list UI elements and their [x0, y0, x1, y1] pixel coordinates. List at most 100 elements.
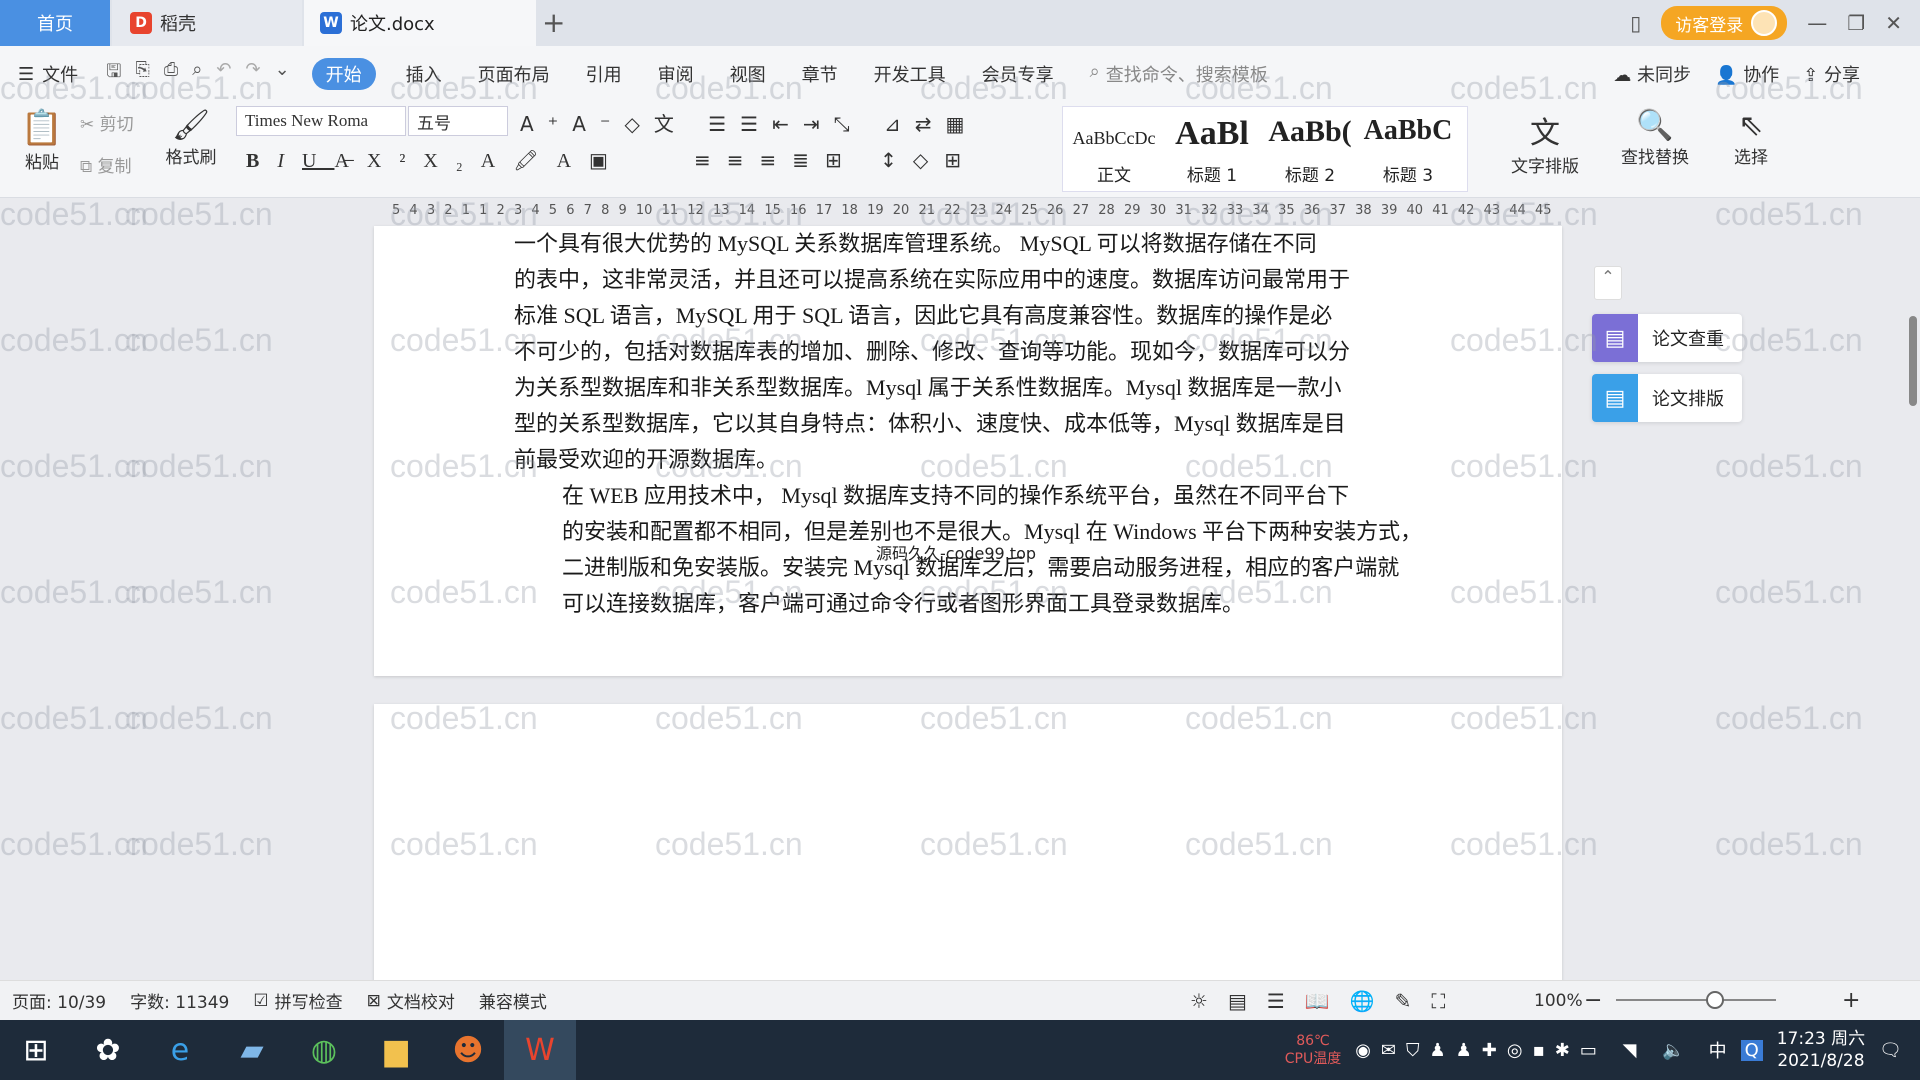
restore-icon[interactable]: ❐	[1847, 11, 1865, 35]
close-icon[interactable]: ✕	[1885, 11, 1902, 35]
file-explorer-icon[interactable]: ▆	[360, 1020, 432, 1080]
ruler-number: 22	[944, 203, 961, 218]
zoom-slider[interactable]	[1616, 999, 1776, 1001]
find-replace-button[interactable]: 🔍 查找替换	[1610, 108, 1700, 168]
tab-daoke[interactable]: D 稻壳	[112, 0, 302, 46]
font-tools-row2[interactable]: BIUA̶X²X₂A🖍A▣	[246, 148, 626, 173]
style-normal[interactable]: AaBbCcDc 正文	[1067, 115, 1161, 195]
undo-icon[interactable]: ↶	[216, 59, 231, 89]
watermark-text: code51.cn	[0, 574, 148, 610]
vertical-scrollbar[interactable]	[1906, 226, 1920, 976]
tray-app-icons[interactable]: ◉✉⛉♟♟✚◎▪✱▭ ◥ 🔈	[1355, 1040, 1694, 1061]
panel-collapse-button[interactable]: ⌃	[1594, 266, 1622, 300]
minimize-icon[interactable]: —	[1807, 11, 1827, 35]
watermark-text: code51.cn	[125, 700, 273, 736]
page-indicator[interactable]: 页面: 10/39	[0, 988, 118, 1013]
tab-bar: 首页 D 稻壳 W 论文.docx + ▯ 访客登录 — ❐ ✕	[0, 0, 1920, 46]
menu-tab-insert[interactable]: 插入	[388, 61, 460, 87]
command-search[interactable]: ⌕ 查找命令、搜索模板	[1072, 61, 1286, 87]
write-mode-icon[interactable]: ✎	[1395, 989, 1412, 1013]
paste-button[interactable]: 📋 粘贴	[14, 108, 70, 173]
page-view-icon[interactable]: ▤	[1228, 989, 1247, 1013]
watermark-text: code51.cn	[1715, 574, 1863, 610]
new-tab-button[interactable]: +	[542, 6, 565, 39]
zoom-in-icon[interactable]: +	[1842, 988, 1860, 1013]
zoom-slider-handle[interactable]	[1706, 991, 1724, 1009]
font-size-select[interactable]: 五号	[408, 106, 508, 136]
scrollbar-thumb[interactable]	[1909, 316, 1917, 406]
print-preview-icon[interactable]: ⌕	[192, 59, 202, 89]
style-heading-1[interactable]: AaBl 标题 1	[1165, 115, 1259, 195]
spell-check-button[interactable]: ☑ 拼写检查	[241, 988, 354, 1014]
proofread-button[interactable]: ⊠ 文档校对	[355, 988, 467, 1014]
game-app-icon[interactable]: ☻	[432, 1020, 504, 1080]
ruler-number: 35	[1278, 203, 1295, 218]
copy-button[interactable]: ⧉ 复制	[80, 152, 132, 177]
word-count[interactable]: 字数: 11349	[118, 988, 241, 1013]
paragraph-tools-row2[interactable]: ≡≡≡≣⊞ ↕◇⊞	[694, 148, 977, 172]
document-page[interactable]: 一个具有很大优势的 MySQL 关系数据库管理系统。 MySQL 可以将数据存储…	[374, 226, 1562, 676]
font-name-value: Times New Roma	[245, 111, 369, 130]
tab-home[interactable]: 首页	[0, 0, 110, 46]
text-layout-icon: 文	[1530, 116, 1560, 151]
menu-tab-chapter[interactable]: 章节	[784, 61, 856, 87]
font-tools-row1[interactable]: A⁺A⁻◇文 ☰☰⇤⇥⤡ ⊿⇄▦	[520, 108, 978, 137]
ruler-number: 2	[444, 203, 453, 218]
print-icon[interactable]: ⎙	[164, 59, 178, 89]
zoom-out-icon[interactable]: −	[1584, 988, 1602, 1013]
horizontal-ruler[interactable]: 5 4 3 2 1 1 2 3 4 5 6 7 8 9 10 11 12 13 14 15 16 17 18 19 20 21 22…	[0, 198, 1920, 226]
paper-check-button[interactable]: ▤ 论文查重	[1592, 314, 1742, 362]
notebook-app-icon[interactable]: ▰	[216, 1020, 288, 1080]
fit-page-icon[interactable]: ⛶	[1431, 989, 1445, 1013]
ribbon: 📋 粘贴 ✂ 剪切 ⧉ 复制 🖌 格式刷 Times New Roma 五号 A…	[0, 102, 1920, 198]
tab-document[interactable]: W 论文.docx	[304, 0, 536, 46]
redo-icon[interactable]: ↷	[245, 59, 260, 89]
format-painter-button[interactable]: 🖌 格式刷	[160, 108, 222, 168]
menu-tab-developer[interactable]: 开发工具	[856, 61, 964, 87]
menu-tab-references[interactable]: 引用	[568, 61, 640, 87]
read-view-icon[interactable]: 📖	[1305, 989, 1330, 1013]
notification-icon[interactable]: 🗨	[1879, 1040, 1902, 1061]
green-browser-icon[interactable]: ◍	[288, 1020, 360, 1080]
cut-button[interactable]: ✂ 剪切	[80, 110, 134, 135]
wps-office-icon[interactable]: W	[504, 1020, 576, 1080]
ruler-number: 5	[548, 203, 558, 218]
output-icon[interactable]: ⎘	[135, 59, 149, 89]
text-layout-button[interactable]: 文 文字排版	[1500, 108, 1590, 177]
sync-button[interactable]: ☁ 未同步	[1613, 61, 1691, 87]
clock[interactable]: 17:23 周六 2021/8/28	[1777, 1028, 1865, 1072]
font-name-select[interactable]: Times New Roma	[236, 106, 406, 136]
eye-protect-icon[interactable]: ☼	[1190, 989, 1208, 1013]
cpu-temp-widget[interactable]: 86℃ CPU温度	[1285, 1032, 1341, 1068]
text-line: 一个具有很大优势的 MySQL 关系数据库管理系统。 MySQL 可以将数据存储…	[514, 231, 1317, 256]
clock-time: 17:23 周六	[1776, 1029, 1866, 1049]
ruler-number: 19	[867, 203, 884, 218]
menu-tab-start[interactable]: 开始	[311, 58, 376, 90]
menu-bar: ☰ 文件 🖫 ⎘ ⎙ ⌕ ↶ ↷ ⌄ 开始 插入 页面布局 引用 审阅 视图 章…	[0, 46, 1920, 102]
outline-view-icon[interactable]: ☰	[1267, 989, 1285, 1013]
zoom-level[interactable]: 100%	[1534, 991, 1583, 1011]
menu-tab-view[interactable]: 视图	[712, 61, 784, 87]
windows-start-icon[interactable]: ⊞	[0, 1020, 72, 1080]
layout-toggle-icon[interactable]: ▯	[1630, 11, 1641, 35]
search-tray-icon[interactable]: Q	[1740, 1039, 1763, 1061]
style-heading-2[interactable]: AaBb( 标题 2	[1263, 115, 1357, 195]
menu-tab-review[interactable]: 审阅	[640, 61, 712, 87]
share-button[interactable]: ⇪ 分享	[1803, 61, 1860, 87]
menu-tab-page-layout[interactable]: 页面布局	[460, 61, 568, 87]
paper-layout-button[interactable]: ▤ 论文排版	[1592, 374, 1742, 422]
file-menu[interactable]: ☰ 文件	[0, 61, 96, 87]
style-heading-3[interactable]: AaBbC 标题 3	[1361, 115, 1455, 195]
watermark-text: code51.cn	[1715, 700, 1863, 736]
tab-home-label: 首页	[37, 14, 73, 35]
select-button[interactable]: ⇖ 选择	[1716, 108, 1786, 168]
ie-browser-icon[interactable]: e	[144, 1020, 216, 1080]
save-icon[interactable]: 🖫	[106, 59, 121, 89]
visitor-login-button[interactable]: 访客登录	[1661, 6, 1788, 40]
menu-tab-member[interactable]: 会员专享	[964, 61, 1072, 87]
collaborate-button[interactable]: 👤 协作	[1715, 61, 1779, 87]
web-view-icon[interactable]: 🌐	[1350, 989, 1375, 1013]
pinwheel-app-icon[interactable]: ✿	[72, 1020, 144, 1080]
ime-indicator[interactable]: 中	[1709, 1037, 1727, 1063]
chevron-down-icon[interactable]: ⌄	[275, 59, 290, 89]
